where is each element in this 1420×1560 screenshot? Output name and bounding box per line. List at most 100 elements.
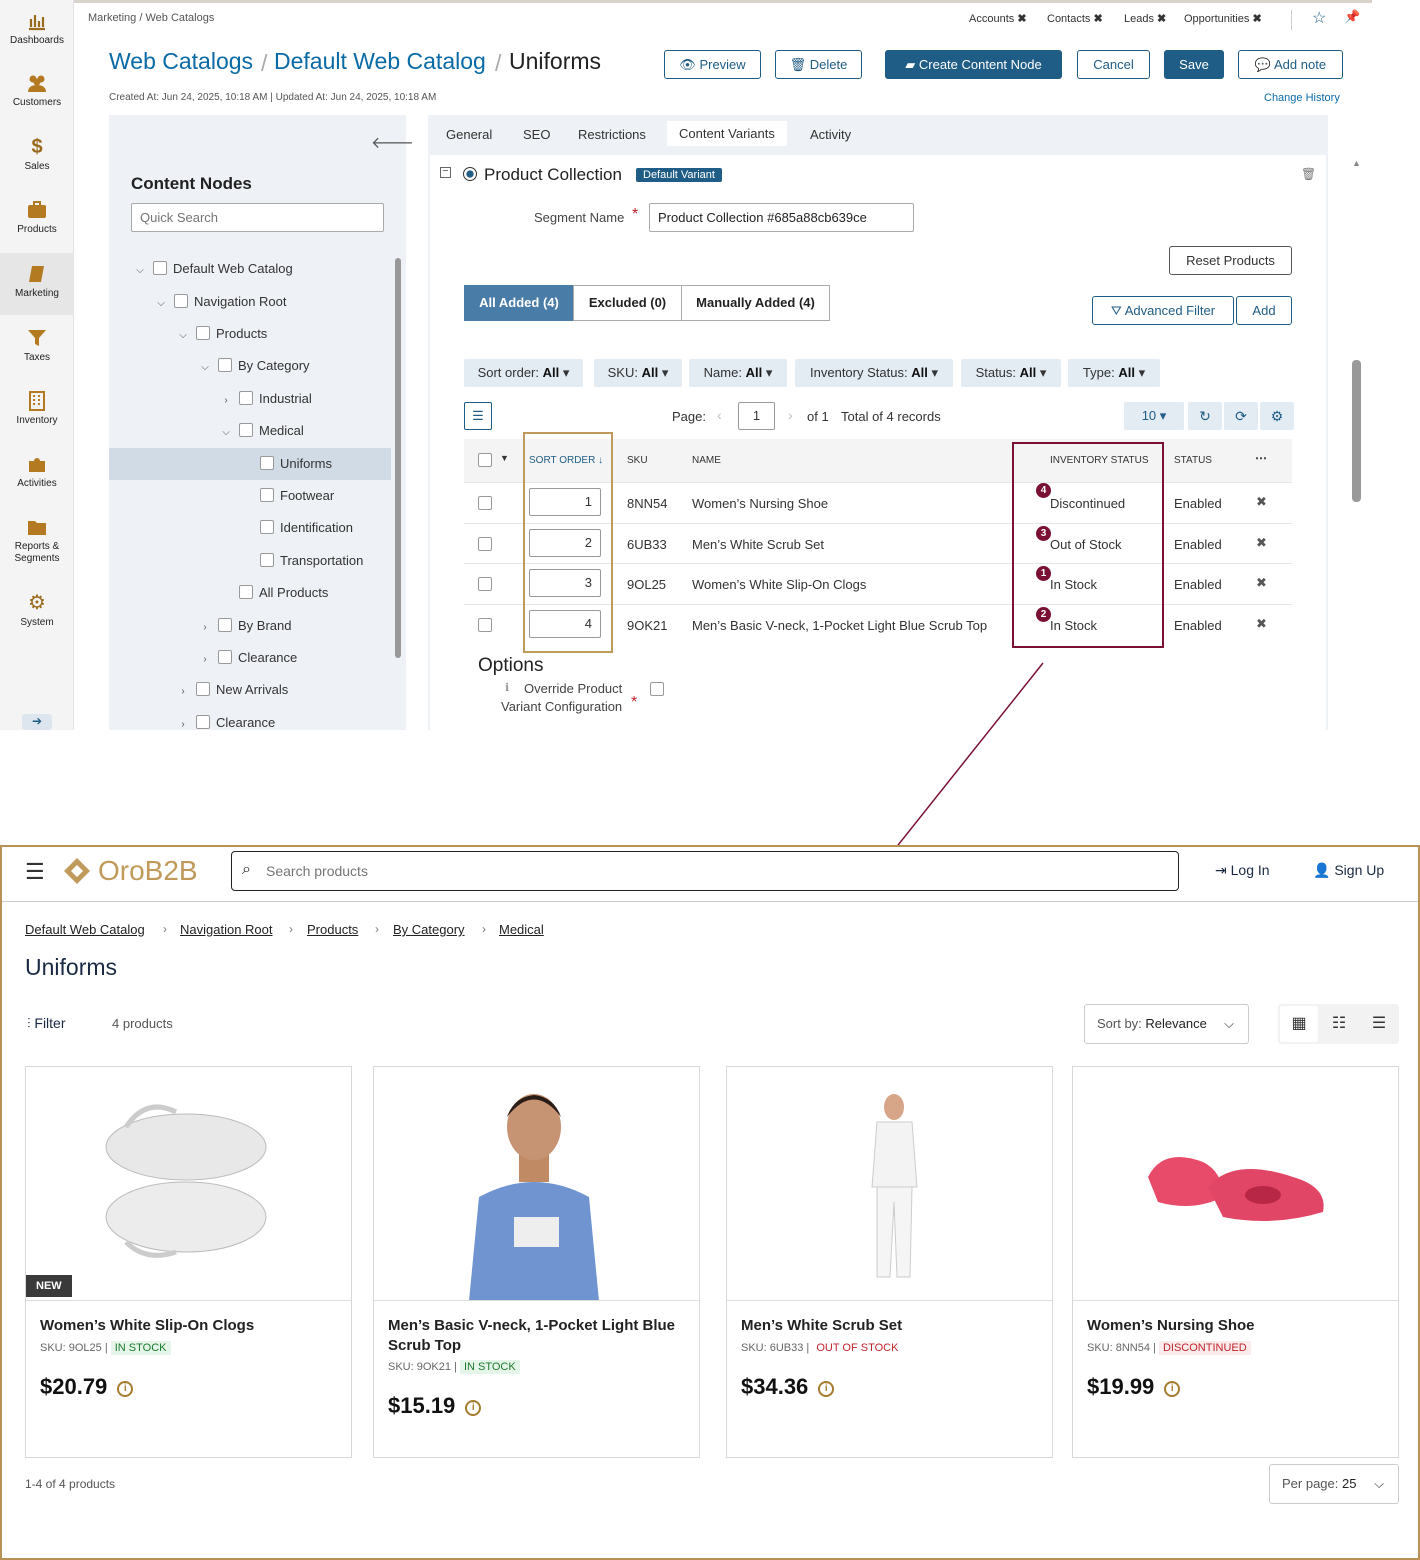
create-content-node-button[interactable]: ▰ Create Content Node (885, 50, 1062, 79)
preview-button[interactable]: 👁 Preview (664, 50, 761, 79)
filter-status[interactable]: Status: All ▾ (961, 359, 1061, 387)
breadcrumb-link[interactable]: Products (307, 922, 358, 937)
th-sku[interactable]: SKU (627, 455, 648, 466)
product-card[interactable]: Men’s White Scrub Set SKU: 6UB33 | OUT O… (726, 1066, 1053, 1458)
delete-button[interactable]: 🗑 Delete (775, 50, 862, 79)
quick-link-opportunities[interactable]: Opportunities ✖ (1184, 12, 1262, 25)
scroll-up-icon[interactable]: ▲ (1352, 158, 1361, 168)
delete-row-icon[interactable]: ✖ (1256, 535, 1267, 551)
tree-node[interactable]: ⌵ Products (176, 326, 267, 341)
product-image[interactable] (727, 1067, 1052, 1301)
refresh-icon[interactable]: ↻ (1188, 402, 1222, 430)
reset-grid-icon[interactable]: ⟳ (1224, 402, 1258, 430)
nav-dashboards[interactable]: Dashboards (0, 10, 74, 46)
save-button[interactable]: Save (1164, 50, 1224, 79)
product-name[interactable]: Women’s White Slip-On Clogs (40, 1316, 340, 1336)
breadcrumb-link[interactable]: Navigation Root (180, 922, 273, 937)
product-image[interactable] (374, 1067, 699, 1301)
tree-node[interactable]: › Clearance (176, 715, 275, 730)
product-card[interactable]: Men’s Basic V-neck, 1-Pocket Light Blue … (373, 1066, 700, 1458)
grid-settings-icon[interactable]: ⚙ (1260, 402, 1294, 430)
grid-view-icon[interactable]: ▦ (1280, 1006, 1318, 1042)
nav-taxes[interactable]: Taxes (0, 327, 74, 363)
tree-node[interactable]: Identification (260, 520, 353, 535)
hamburger-menu-icon[interactable]: ☰ (25, 859, 45, 885)
sort-by-select[interactable]: Sort by: Relevance ⌵ (1084, 1004, 1249, 1044)
filter-name[interactable]: Name: All ▾ (689, 359, 787, 387)
per-page-select[interactable]: Per page: 25 ⌵ (1269, 1464, 1399, 1504)
th-name[interactable]: NAME (692, 455, 721, 466)
prev-page-icon[interactable]: ‹ (717, 407, 722, 423)
quick-link-leads[interactable]: Leads ✖ (1124, 12, 1166, 25)
main-scrollbar[interactable] (1352, 360, 1361, 502)
tree-node[interactable]: › Clearance (198, 650, 297, 665)
nav-reports[interactable]: Reports & Segments (0, 516, 74, 565)
filter-sku[interactable]: SKU: All ▾ (594, 359, 682, 387)
tree-node[interactable]: Footwear (260, 488, 334, 503)
next-page-icon[interactable]: › (788, 407, 793, 423)
select-all-checkbox[interactable] (478, 453, 492, 467)
more-actions-icon[interactable]: ⋯ (1255, 451, 1267, 465)
title-web-catalogs[interactable]: Web Catalogs (109, 48, 253, 75)
delete-row-icon[interactable]: ✖ (1256, 616, 1267, 632)
product-name[interactable]: Women’s Nursing Shoe (1087, 1316, 1387, 1336)
site-logo[interactable]: OroB2B (98, 855, 198, 887)
breadcrumb-link[interactable]: Medical (499, 922, 544, 937)
column-manager-icon[interactable]: ☰ (464, 402, 492, 430)
nav-marketing[interactable]: Marketing (0, 253, 74, 315)
filter-sort-order[interactable]: Sort order: All ▾ (464, 359, 583, 387)
tab-restrictions[interactable]: Restrictions (578, 127, 646, 142)
default-variant-radio[interactable] (463, 167, 477, 181)
signup-link[interactable]: 👤 Sign Up (1313, 862, 1384, 879)
nav-activities[interactable]: Activities (0, 453, 74, 489)
advanced-filter-button[interactable]: ⛛ Advanced Filter (1092, 296, 1234, 325)
th-status[interactable]: STATUS (1174, 455, 1212, 466)
tree-node[interactable]: ⌵ By Category (198, 358, 310, 373)
nav-inventory[interactable]: Inventory (0, 390, 74, 426)
tree-scrollbar[interactable] (395, 258, 401, 658)
search-box[interactable]: ⌕ (231, 851, 1179, 891)
add-note-button[interactable]: 💬 Add note (1238, 50, 1343, 79)
star-icon[interactable]: ☆ (1312, 8, 1326, 28)
list-view-icon[interactable]: ☷ (1320, 1006, 1358, 1042)
reset-products-button[interactable]: Reset Products (1169, 246, 1292, 275)
collapse-icon[interactable]: − (440, 167, 451, 178)
quick-link-contacts[interactable]: Contacts ✖ (1047, 12, 1103, 25)
view-manually-added[interactable]: Manually Added (4) (681, 285, 830, 321)
tab-content-variants[interactable]: Content Variants (667, 121, 787, 146)
view-excluded[interactable]: Excluded (0) (573, 285, 682, 321)
nav-system[interactable]: ⚙ System (0, 592, 74, 628)
tree-node[interactable]: › New Arrivals (176, 682, 288, 697)
product-image[interactable] (1073, 1067, 1398, 1301)
caret-down-icon[interactable]: ▼ (500, 453, 509, 463)
quick-link-accounts[interactable]: Accounts ✖ (969, 12, 1027, 25)
nav-customers[interactable]: Customers (0, 72, 74, 108)
filter-inventory-status[interactable]: Inventory Status: All ▾ (795, 359, 953, 387)
tab-activity[interactable]: Activity (810, 127, 851, 142)
tab-seo[interactable]: SEO (523, 127, 550, 142)
tree-node[interactable]: ⌵ Default Web Catalog (133, 261, 293, 276)
orob2b-logo-icon[interactable] (62, 856, 92, 886)
breadcrumb-link[interactable]: Default Web Catalog (25, 922, 145, 937)
tree-node[interactable]: All Products (239, 585, 328, 600)
override-checkbox[interactable] (650, 682, 664, 696)
product-card[interactable]: Women’s Nursing Shoe SKU: 8NN54 | DISCON… (1072, 1066, 1399, 1458)
quick-search-input[interactable] (131, 203, 384, 232)
row-checkbox[interactable] (478, 618, 492, 632)
breadcrumb-link[interactable]: By Category (393, 922, 465, 937)
tree-node[interactable]: Transportation (260, 553, 363, 568)
delete-row-icon[interactable]: ✖ (1256, 575, 1267, 591)
view-all-added[interactable]: All Added (4) (464, 285, 574, 321)
delete-row-icon[interactable]: ✖ (1256, 494, 1267, 510)
add-button[interactable]: Add (1236, 296, 1292, 325)
tree-node[interactable]: › Industrial (219, 391, 312, 406)
tree-node-selected[interactable]: Uniforms (260, 456, 332, 471)
cancel-button[interactable]: Cancel (1077, 50, 1150, 79)
row-checkbox[interactable] (478, 577, 492, 591)
tree-node[interactable]: › By Brand (198, 618, 291, 633)
compact-view-icon[interactable]: ☰ (1360, 1006, 1398, 1042)
product-name[interactable]: Men’s White Scrub Set (741, 1316, 1041, 1336)
nav-sales[interactable]: $ Sales (0, 136, 74, 172)
filter-type[interactable]: Type: All ▾ (1068, 359, 1160, 387)
tab-general[interactable]: General (446, 127, 492, 142)
